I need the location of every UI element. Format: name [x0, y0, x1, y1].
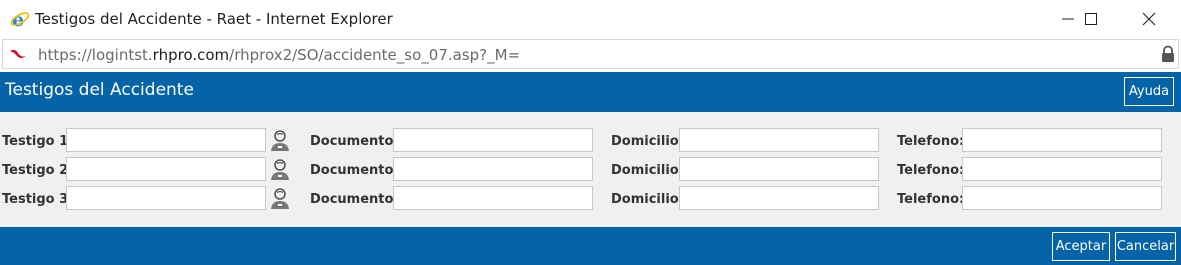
document-label: Documento: [310, 134, 399, 149]
witness-label: Testigo 2: [2, 163, 74, 178]
window-titlebar: e Testigos del Accidente - Raet - Intern… [0, 0, 1181, 38]
phone-input[interactable] [962, 186, 1162, 210]
witness-form: Testigo 1: Documento: Domicilio: Telefon… [0, 112, 1181, 227]
phone-label: Telefono: [897, 192, 965, 207]
document-label: Documento: [310, 163, 399, 178]
witness-name-input[interactable] [66, 186, 266, 210]
url-text: https://logintst.rhpro.com/rhprox2/SO/ac… [38, 46, 520, 64]
page-header: Testigos del Accidente Ayuda [0, 72, 1181, 112]
witness-name-input[interactable] [66, 157, 266, 181]
close-icon [1142, 12, 1156, 26]
person-search-icon[interactable] [269, 129, 293, 153]
page-title: Testigos del Accidente [5, 80, 194, 100]
document-input[interactable] [393, 186, 593, 210]
address-label: Domicilio: [611, 163, 684, 178]
address-label: Domicilio: [611, 134, 684, 149]
document-input[interactable] [393, 128, 593, 152]
phone-label: Telefono: [897, 134, 965, 149]
cancel-button[interactable]: Cancelar [1115, 232, 1176, 261]
witness-label: Testigo 3: [2, 192, 74, 207]
phone-label: Telefono: [897, 163, 965, 178]
close-button[interactable] [1126, 0, 1172, 38]
address-bar: https://logintst.rhpro.com/rhprox2/SO/ac… [0, 38, 1181, 71]
lock-icon[interactable] [1160, 45, 1176, 63]
site-favicon-icon [10, 49, 26, 58]
witness-label: Testigo 1: [2, 134, 74, 149]
witness-name-input[interactable] [66, 128, 266, 152]
url-path: /rhprox2/SO/accidente_so_07.asp?_M= [229, 46, 521, 64]
document-input[interactable] [393, 157, 593, 181]
phone-input[interactable] [962, 157, 1162, 181]
phone-input[interactable] [962, 128, 1162, 152]
window-title: Testigos del Accidente - Raet - Internet… [35, 10, 393, 28]
address-input[interactable] [679, 157, 879, 181]
url-host-domain: rhpro.com [152, 46, 230, 64]
document-label: Documento: [310, 192, 399, 207]
accept-button[interactable]: Aceptar [1052, 232, 1110, 261]
help-button[interactable]: Ayuda [1124, 77, 1174, 106]
internet-explorer-icon: e [10, 9, 30, 29]
person-search-icon[interactable] [269, 187, 293, 211]
maximize-button[interactable] [1068, 0, 1114, 38]
address-input[interactable] [679, 128, 879, 152]
address-label: Domicilio: [611, 192, 684, 207]
person-search-icon[interactable] [269, 158, 293, 182]
page-footer: Aceptar Cancelar [0, 227, 1181, 265]
maximize-icon [1085, 13, 1097, 25]
address-input[interactable] [679, 186, 879, 210]
url-scheme: https:// [38, 46, 92, 64]
url-field[interactable]: https://logintst.rhpro.com/rhprox2/SO/ac… [2, 39, 1179, 69]
url-host-prefix: logintst. [91, 46, 153, 64]
